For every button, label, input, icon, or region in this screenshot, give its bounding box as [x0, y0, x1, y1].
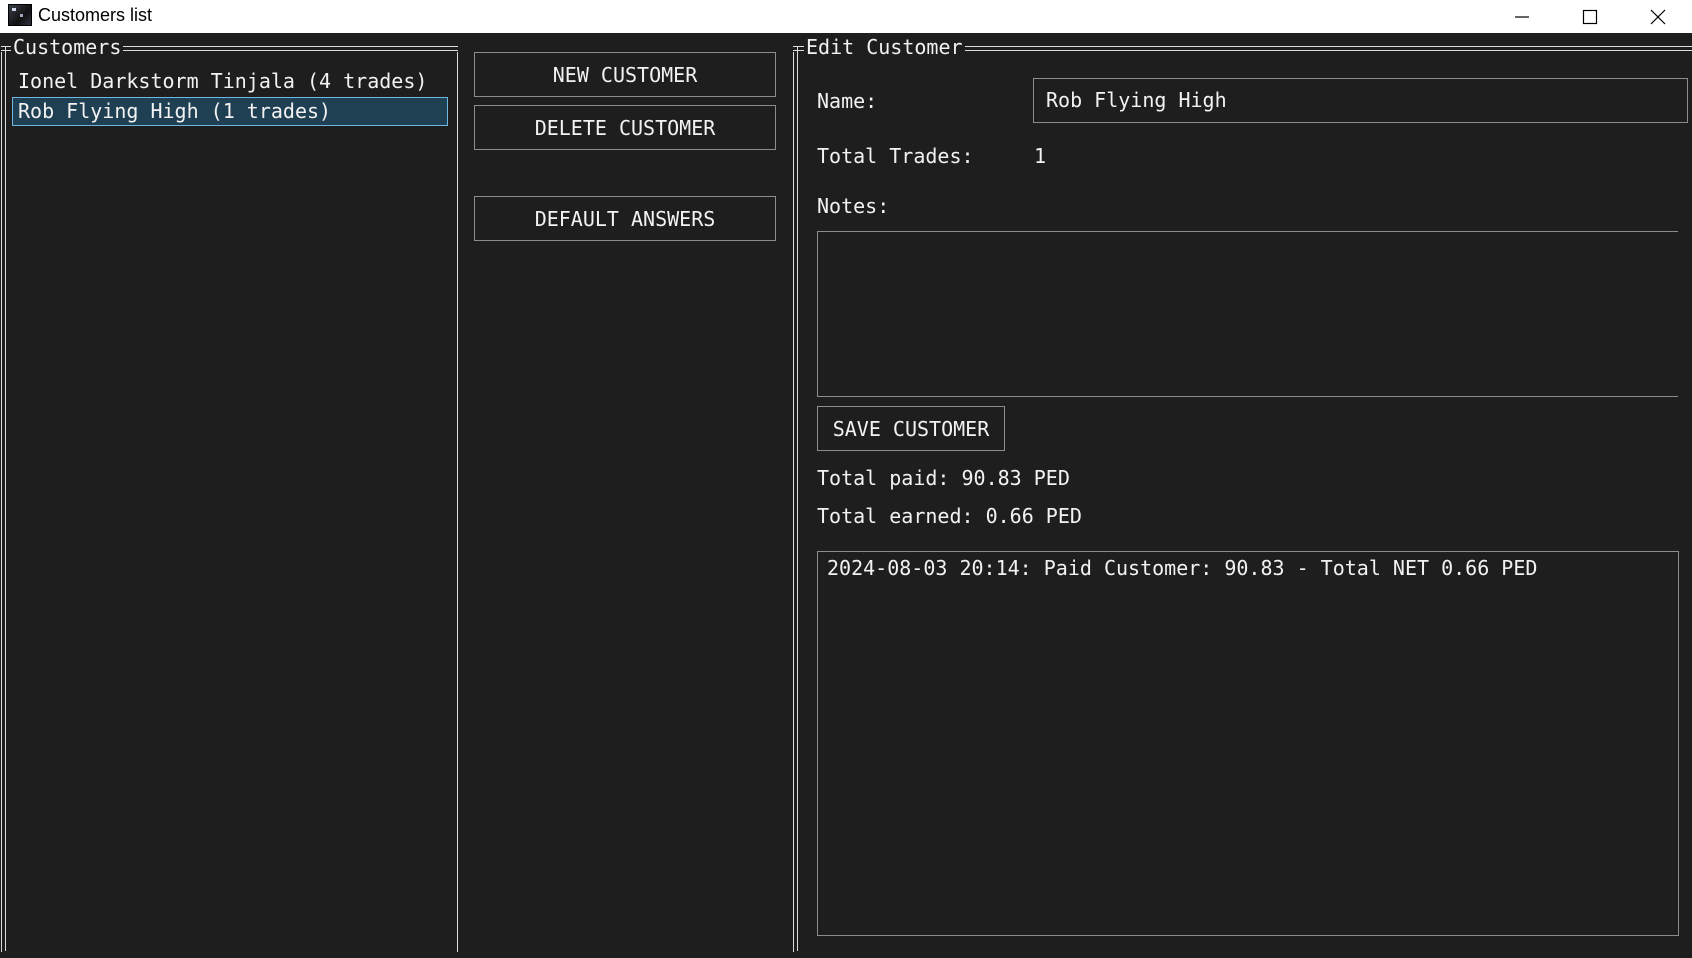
minimize-icon	[1515, 15, 1529, 18]
total-trades-label: Total Trades:	[817, 144, 974, 168]
total-trades-value: 1	[1034, 144, 1047, 168]
default-answers-button[interactable]: DEFAULT ANSWERS	[474, 196, 776, 241]
customers-group-title: Customers	[11, 35, 124, 59]
app-icon	[8, 4, 32, 26]
window-bottom-edge	[0, 952, 1692, 958]
history-entry: 2024-08-03 20:14: Paid Customer: 90.83 -…	[827, 556, 1538, 580]
delete-customer-button[interactable]: DELETE CUSTOMER	[474, 105, 776, 150]
customers-group: Customers Ionel Darkstorm Tinjala (4 tra…	[1, 35, 458, 955]
save-customer-button[interactable]: SAVE CUSTOMER	[817, 406, 1005, 451]
new-customer-button[interactable]: NEW CUSTOMER	[474, 52, 776, 97]
customer-list-item-selected[interactable]: Rob Flying High (1 trades)	[12, 97, 448, 126]
title-bar: Customers list	[0, 0, 1692, 33]
customer-list-item[interactable]: Ionel Darkstorm Tinjala (4 trades)	[12, 67, 444, 96]
trade-history-list[interactable]: 2024-08-03 20:14: Paid Customer: 90.83 -…	[817, 551, 1679, 936]
notes-field[interactable]	[817, 231, 1678, 397]
close-icon	[1650, 9, 1666, 24]
total-paid-text: Total paid: 90.83 PED	[817, 466, 1070, 490]
total-earned-text: Total earned: 0.66 PED	[817, 504, 1082, 528]
maximize-button[interactable]	[1556, 0, 1624, 33]
close-button[interactable]	[1624, 0, 1692, 33]
edit-customer-group-title: Edit Customer	[804, 35, 965, 59]
notes-label: Notes:	[817, 194, 890, 218]
name-label: Name:	[817, 89, 878, 113]
minimize-button[interactable]	[1488, 0, 1556, 33]
name-field[interactable]: Rob Flying High	[1033, 78, 1688, 123]
edit-customer-group: Edit Customer Name: Rob Flying High Tota…	[793, 35, 1692, 955]
maximize-icon	[1582, 9, 1598, 24]
window-title: Customers list	[38, 5, 153, 25]
